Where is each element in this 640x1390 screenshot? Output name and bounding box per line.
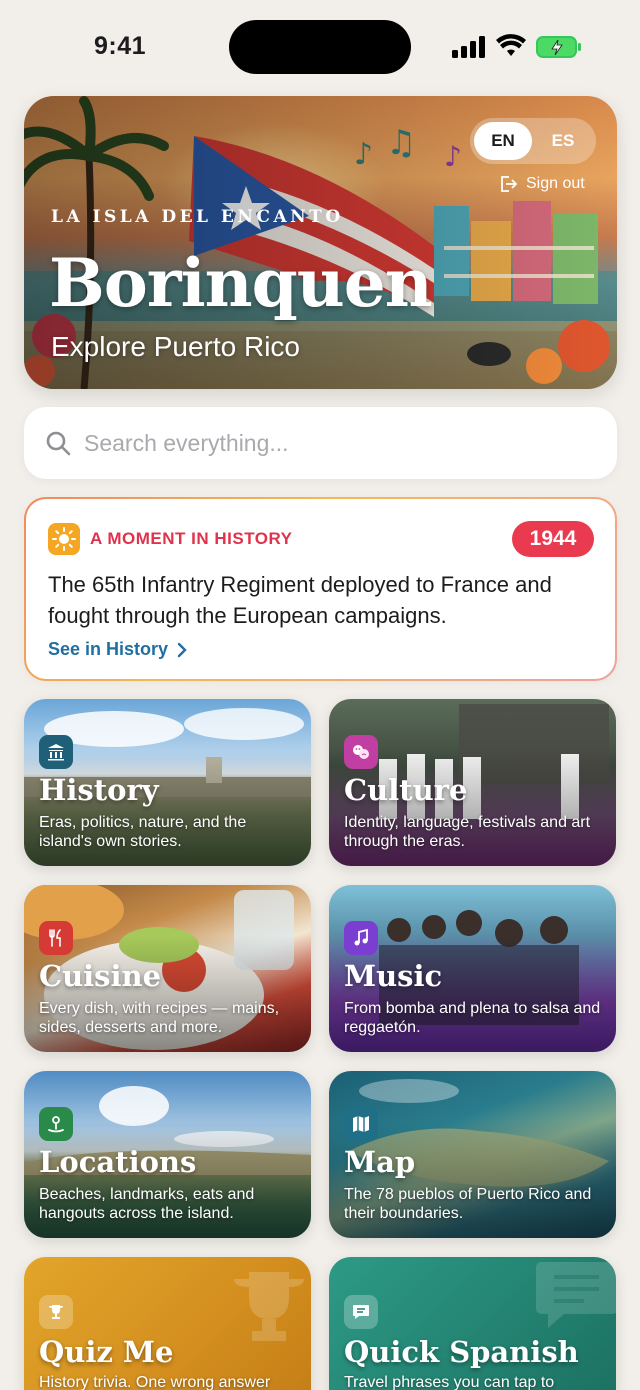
moment-in-history-card[interactable]: A MOMENT IN HISTORY 1944 The 65th Infant… <box>24 497 617 681</box>
chevron-right-icon <box>177 642 187 657</box>
hero-eyebrow: LA ISLA DEL ENCANTO <box>51 207 344 227</box>
tile-description: Eras, politics, nature, and the island's… <box>39 814 247 850</box>
tile-title: History <box>39 773 159 807</box>
tile-title: Quiz Me <box>39 1335 174 1369</box>
tile-title: Culture <box>344 773 468 807</box>
museum-icon <box>39 735 73 769</box>
tile-title: Music <box>344 959 443 993</box>
moment-label: A MOMENT IN HISTORY <box>90 529 293 548</box>
hero-banner: ♪ ♫ ♪ LA ISLA DEL ENCANTO Borinquen Expl… <box>24 96 617 389</box>
battery-icon <box>536 36 581 58</box>
theater-masks-icon <box>344 735 378 769</box>
tile-quiz-me[interactable]: Quiz Me History trivia. One wrong answer <box>24 1257 311 1390</box>
hero-subtitle: Explore Puerto Rico <box>51 331 301 362</box>
status-time: 9:41 <box>94 32 147 60</box>
sign-out-button[interactable]: Sign out <box>498 174 585 194</box>
search-bar <box>24 407 617 479</box>
language-es-button[interactable]: ES <box>534 122 592 160</box>
tile-description: Identity, language, festivals and art th… <box>344 814 591 850</box>
tile-description: The 78 pueblos of Puerto Rico and their … <box>344 1186 592 1222</box>
moment-text: The 65th Infantry Regiment deployed to F… <box>48 572 552 628</box>
search-icon <box>46 431 71 456</box>
trophy-icon <box>39 1295 73 1329</box>
speech-bubble-icon <box>344 1295 378 1329</box>
tile-cuisine[interactable]: Cuisine Every dish, with recipes — mains… <box>24 885 311 1052</box>
tile-description: Beaches, landmarks, eats and hangouts ac… <box>39 1186 255 1222</box>
music-note-icon <box>344 921 378 955</box>
hero-title: Borinquen <box>49 244 433 322</box>
fork-knife-icon <box>39 921 73 955</box>
map-icon <box>344 1107 378 1141</box>
sign-out-icon <box>501 176 518 192</box>
year-badge: 1944 <box>512 521 594 557</box>
tile-title: Locations <box>39 1145 197 1179</box>
tile-music[interactable]: Music From bomba and plena to salsa and … <box>329 885 616 1052</box>
cellular-signal-icon <box>452 36 488 58</box>
tile-title: Map <box>344 1145 416 1179</box>
wifi-icon <box>496 34 526 56</box>
tile-map[interactable]: Map The 78 pueblos of Puerto Rico and th… <box>329 1071 616 1238</box>
tile-description: From bomba and plena to salsa and reggae… <box>344 1000 601 1036</box>
sign-out-label: Sign out <box>526 175 585 192</box>
tile-title: Quick Spanish <box>344 1335 579 1369</box>
status-bar: 9:41 <box>0 0 640 92</box>
tile-title: Cuisine <box>39 959 162 993</box>
map-pin-icon <box>39 1107 73 1141</box>
language-toggle: EN ES <box>470 118 596 164</box>
tile-description: Every dish, with recipes — mains, sides,… <box>39 1000 280 1036</box>
tile-locations[interactable]: Locations Beaches, landmarks, eats and h… <box>24 1071 311 1238</box>
see-in-history-label: See in History <box>48 639 169 659</box>
language-en-button[interactable]: EN <box>474 122 532 160</box>
see-in-history-link[interactable]: See in History <box>48 639 188 660</box>
tile-description: History trivia. One wrong answer <box>39 1374 271 1390</box>
dynamic-island <box>229 20 411 74</box>
sun-icon <box>48 523 80 555</box>
tile-description: Travel phrases you can tap to <box>344 1374 555 1390</box>
tile-culture[interactable]: Culture Identity, language, festivals an… <box>329 699 616 866</box>
tile-quick-spanish[interactable]: Quick Spanish Travel phrases you can tap… <box>329 1257 616 1390</box>
tile-history[interactable]: History Eras, politics, nature, and the … <box>24 699 311 866</box>
search-input[interactable] <box>84 425 584 461</box>
